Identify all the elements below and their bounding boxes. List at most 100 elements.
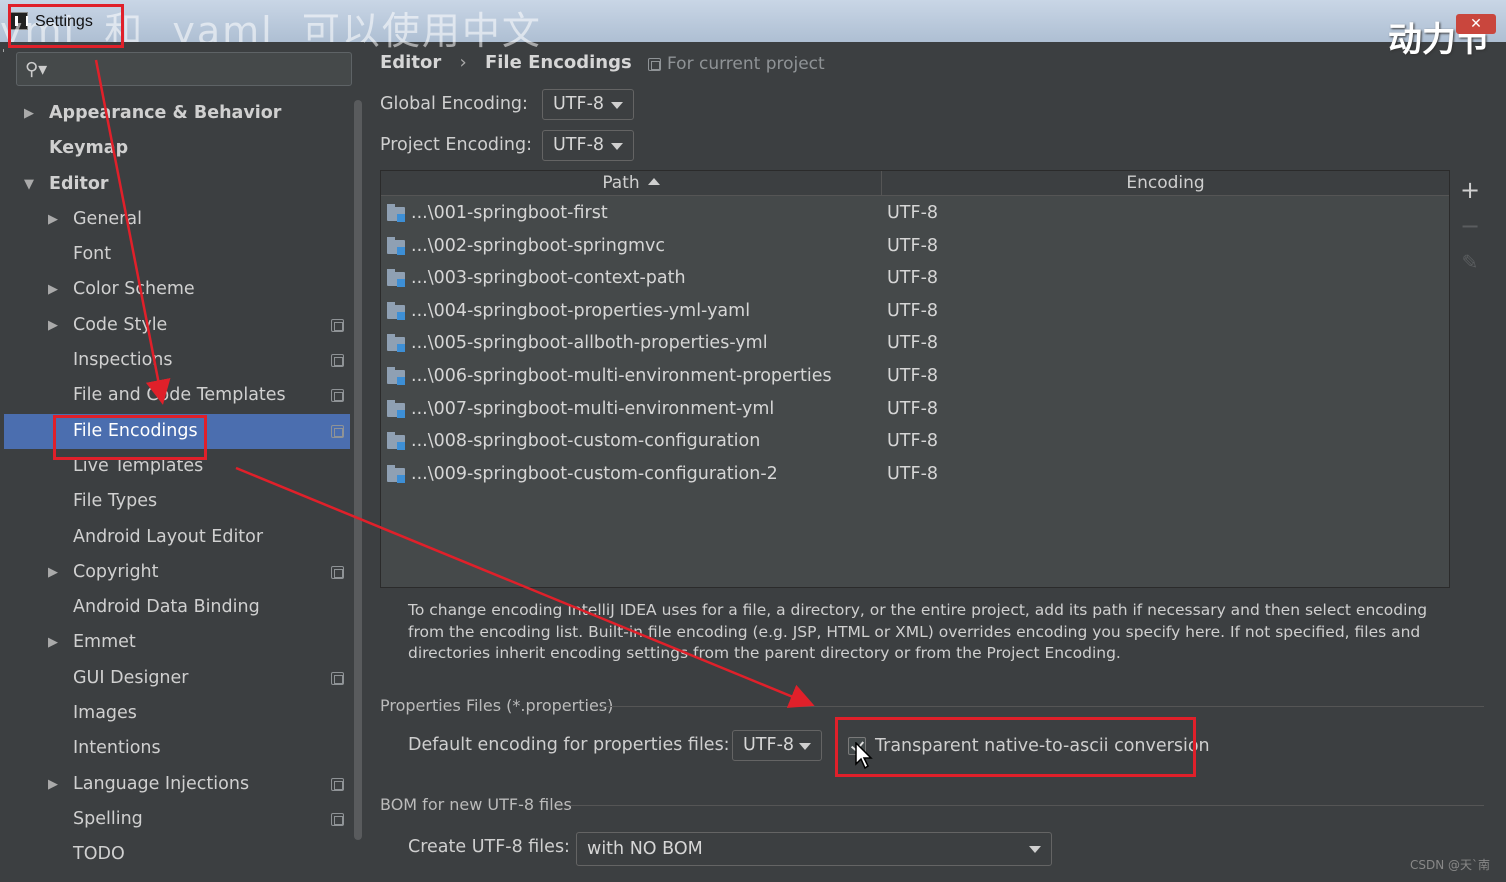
table-row[interactable]: ...\006-springboot-multi-environment-pro… [381, 360, 1449, 393]
sidebar-item-color-scheme[interactable]: ▶ Color Scheme [4, 272, 350, 307]
transparent-native-to-ascii-label[interactable]: Transparent native-to-ascii conversion [875, 736, 1210, 756]
file-encodings-panel: Editor › File Encodings For current proj… [364, 42, 1506, 882]
window-title: Settings [35, 13, 93, 30]
sidebar-item-label: Android Layout Editor [73, 526, 264, 547]
global-encoding-select[interactable]: UTF-8 [542, 89, 634, 120]
cell-encoding[interactable]: UTF-8 [887, 393, 938, 425]
sidebar-item-label: Appearance & Behavior [49, 103, 282, 123]
default-properties-encoding-select[interactable]: UTF-8 [732, 730, 822, 761]
chevron-right-icon[interactable]: ▶ [48, 308, 58, 343]
project-scope-icon [331, 318, 344, 332]
cell-encoding[interactable]: UTF-8 [887, 425, 938, 457]
settings-search-input[interactable]: ⚲▾ [16, 52, 352, 86]
cell-path: ...\009-springboot-custom-configuration-… [411, 463, 778, 484]
cell-encoding[interactable]: UTF-8 [887, 458, 938, 490]
sidebar-item-code-style[interactable]: ▶ Code Style [4, 308, 350, 343]
chevron-down-icon [1029, 846, 1041, 853]
sidebar-item-emmet[interactable]: ▶ Emmet [4, 625, 350, 660]
chevron-right-icon[interactable]: ▶ [48, 767, 58, 802]
sidebar-item-label: Emmet [73, 632, 136, 653]
sidebar-scrollbar-thumb[interactable] [354, 100, 362, 840]
sidebar-item-todo[interactable]: TODO [4, 837, 350, 872]
sidebar-item-label: File Types [73, 491, 158, 512]
project-scope-icon [648, 58, 661, 71]
sidebar-item-file-types[interactable]: File Types [4, 484, 350, 519]
sidebar-item-copyright[interactable]: ▶ Copyright [4, 555, 350, 590]
for-current-project-text: For current project [667, 54, 825, 74]
sidebar-item-label: Code Style [73, 314, 168, 335]
cell-encoding[interactable]: UTF-8 [887, 197, 938, 229]
sidebar-item-editor[interactable]: ▼ Editor [4, 167, 350, 202]
table-row[interactable]: ...\007-springboot-multi-environment-yml… [381, 393, 1449, 426]
sidebar-item-intentions[interactable]: Intentions [4, 731, 350, 766]
sidebar-item-appearance-behavior[interactable]: ▶ Appearance & Behavior [4, 96, 350, 131]
sidebar-item-android-layout-editor[interactable]: Android Layout Editor [4, 520, 350, 555]
sidebar-item-font[interactable]: Font [4, 237, 350, 272]
sidebar-item-images[interactable]: Images [4, 696, 350, 731]
table-row[interactable]: ...\001-springboot-first UTF-8 [381, 197, 1449, 230]
cell-path: ...\007-springboot-multi-environment-yml [411, 398, 775, 419]
sidebar-item-label: Intentions [73, 738, 161, 759]
breadcrumb-editor[interactable]: Editor [380, 52, 441, 73]
module-folder-icon [387, 301, 405, 320]
sidebar-item-android-data-binding[interactable]: Android Data Binding [4, 590, 350, 625]
bom-section-title: BOM for new UTF-8 files [380, 795, 572, 814]
create-utf8-select[interactable]: with NO BOM [576, 832, 1052, 866]
project-scope-icon [331, 389, 344, 403]
sidebar-item-general[interactable]: ▶ General [4, 202, 350, 237]
sidebar-item-gui-designer[interactable]: GUI Designer [4, 661, 350, 696]
cell-encoding[interactable]: UTF-8 [887, 230, 938, 262]
table-row[interactable]: ...\008-springboot-custom-configuration U… [381, 425, 1449, 458]
cell-path: ...\003-springboot-context-path [411, 268, 686, 289]
sidebar-item-label: Inspections [73, 350, 173, 371]
close-window-button[interactable]: ✕ [1456, 14, 1496, 34]
cell-encoding[interactable]: UTF-8 [887, 327, 938, 359]
table-row[interactable]: ...\002-springboot-springmvc UTF-8 [381, 230, 1449, 263]
chevron-right-icon[interactable]: ▶ [48, 555, 58, 590]
cell-encoding[interactable]: UTF-8 [887, 295, 938, 327]
table-row[interactable]: ...\005-springboot-allboth-properties-ym… [381, 327, 1449, 360]
breadcrumb: Editor › File Encodings [380, 52, 644, 73]
path-encoding-table: Path Encoding ...\001-springboot-first UT… [380, 170, 1450, 588]
sidebar-item-spelling[interactable]: Spelling [4, 802, 350, 837]
module-folder-icon [387, 236, 405, 255]
table-row[interactable]: ...\003-springboot-context-path UTF-8 [381, 262, 1449, 295]
sidebar-item-file-encodings[interactable]: File Encodings [4, 413, 350, 449]
cell-path: ...\002-springboot-springmvc [411, 235, 665, 256]
breadcrumb-file-encodings: File Encodings [484, 52, 632, 73]
module-folder-icon [387, 334, 405, 353]
chevron-right-icon[interactable]: ▶ [48, 202, 58, 237]
sidebar-item-inspections[interactable]: Inspections [4, 343, 350, 378]
cell-encoding[interactable]: UTF-8 [887, 360, 938, 392]
for-current-project-note: For current project [648, 54, 825, 74]
sidebar-item-keymap[interactable]: Keymap [4, 131, 350, 166]
project-scope-icon [331, 777, 344, 791]
cell-encoding[interactable]: UTF-8 [887, 262, 938, 294]
sidebar-item-language-injections[interactable]: ▶ Language Injections [4, 767, 350, 802]
project-scope-icon [331, 354, 344, 368]
table-row[interactable]: ...\004-springboot-properties-yml-yaml UT… [381, 295, 1449, 328]
sidebar-item-live-templates[interactable]: Live Templates [4, 449, 350, 484]
chevron-right-icon[interactable]: ▶ [48, 272, 58, 307]
sidebar-item-label: File and Code Templates [73, 385, 286, 406]
project-scope-icon [331, 424, 344, 438]
remove-path-button[interactable]: − [1458, 214, 1482, 238]
chevron-right-icon[interactable]: ▶ [48, 625, 58, 660]
mouse-cursor-icon [855, 742, 873, 770]
edit-path-button[interactable]: ✎ [1458, 250, 1482, 274]
bom-section-divider [570, 805, 1484, 806]
chevron-right-icon[interactable]: ▶ [24, 96, 34, 131]
add-path-button[interactable]: + [1458, 178, 1482, 202]
sidebar-item-label: Live Templates [73, 455, 204, 476]
table-row[interactable]: ...\009-springboot-custom-configuration-… [381, 458, 1449, 491]
column-header-encoding[interactable]: Encoding [882, 171, 1449, 196]
sidebar-item-file-and-code-templates[interactable]: File and Code Templates [4, 378, 350, 413]
project-encoding-select[interactable]: UTF-8 [542, 130, 634, 161]
module-folder-icon [387, 464, 405, 483]
global-encoding-label: Global Encoding: [380, 94, 528, 114]
sidebar-item-label: File Encodings [73, 420, 198, 441]
properties-section-title: Properties Files (*.properties) [380, 696, 614, 715]
column-header-path[interactable]: Path [381, 171, 881, 196]
chevron-down-icon[interactable]: ▼ [24, 167, 34, 202]
default-properties-encoding-value: UTF-8 [743, 735, 795, 755]
